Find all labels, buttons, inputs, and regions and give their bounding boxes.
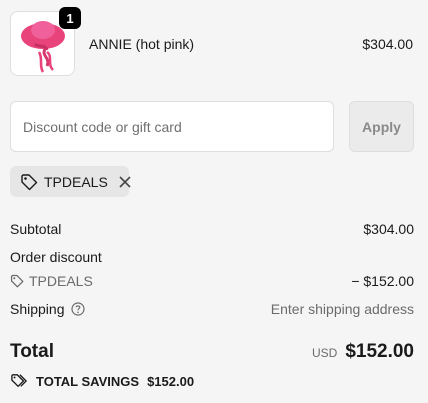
subtotal-value: $304.00 xyxy=(363,221,414,237)
applied-code-label: TPDEALS xyxy=(44,173,108,190)
shipping-row: Shipping Enter shipping address xyxy=(10,301,414,317)
product-price: $304.00 xyxy=(362,36,413,52)
currency-code: USD xyxy=(311,346,338,360)
shipping-label: Shipping xyxy=(10,301,65,317)
apply-button[interactable]: Apply xyxy=(349,101,414,152)
tag-icon xyxy=(10,274,24,288)
savings-value: $152.00 xyxy=(147,373,195,389)
discount-code-input[interactable] xyxy=(10,101,334,152)
order-discount-label: Order discount xyxy=(10,249,102,265)
applied-discount-chip: TPDEALS xyxy=(10,166,132,197)
order-discount-row: Order discount xyxy=(10,249,414,265)
product-name: ANNIE (hot pink) xyxy=(89,36,195,52)
tags-icon xyxy=(11,374,27,387)
total-value: $152.00 xyxy=(345,341,414,362)
help-icon[interactable] xyxy=(70,302,85,316)
discount-code-row: TPDEALS − $152.00 xyxy=(10,273,414,289)
discount-code-label: TPDEALS xyxy=(29,273,93,289)
total-label: Total xyxy=(10,341,54,362)
subtotal-label: Subtotal xyxy=(10,221,62,237)
savings-label: TOTAL SAVINGS xyxy=(36,373,140,389)
shipping-value: Enter shipping address xyxy=(270,301,414,317)
total-savings: TOTAL SAVINGS $152.00 xyxy=(10,373,194,389)
subtotal-row: Subtotal $304.00 xyxy=(10,221,414,237)
discount-value: − $152.00 xyxy=(351,273,414,289)
close-icon[interactable] xyxy=(118,175,132,189)
quantity-badge: 1 xyxy=(59,7,81,29)
total-amount: USD $152.00 xyxy=(312,341,414,363)
tag-icon xyxy=(20,173,38,191)
